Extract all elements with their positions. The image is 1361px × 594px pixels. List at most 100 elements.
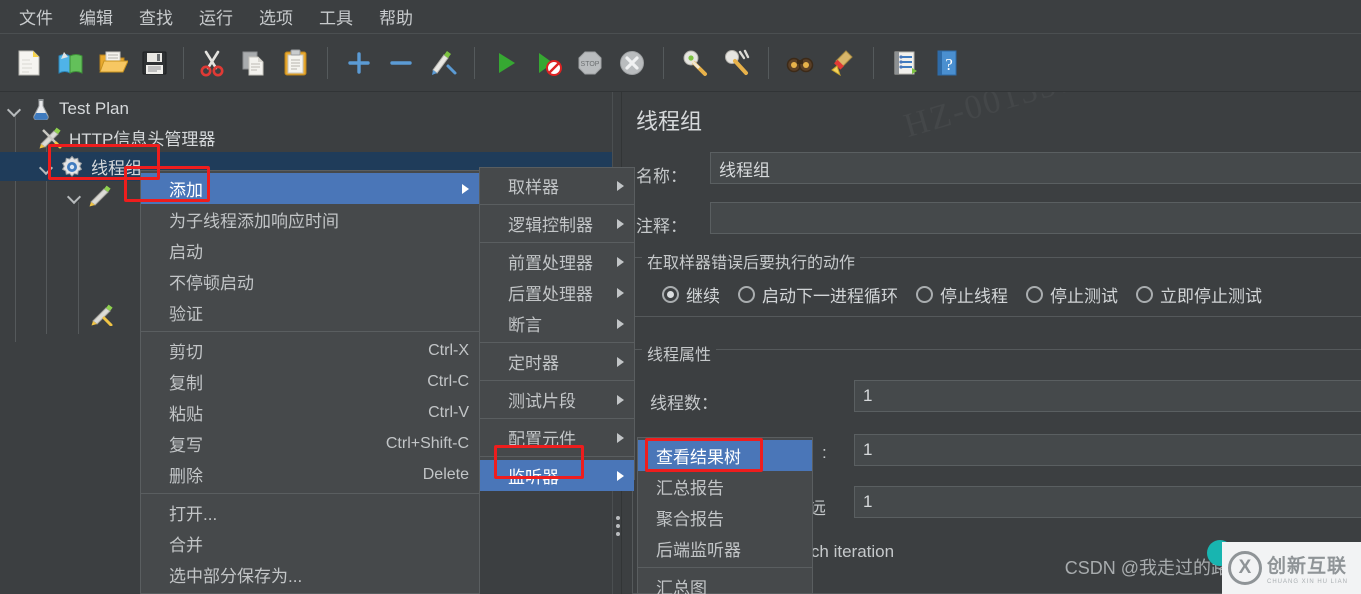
menu-save-selection-as[interactable]: 选中部分保存为... — [141, 559, 479, 590]
tree-node-http-header-manager[interactable]: HTTP信息头管理器 — [0, 123, 612, 152]
jmeter-window: Marked HZ-00135787-01 文件 编辑 查找 运行 选项 工具 … — [0, 0, 1361, 594]
menu-run[interactable]: 运行 — [186, 1, 246, 32]
svg-text:?: ? — [945, 55, 953, 74]
config-element-icon — [38, 127, 62, 149]
submenu-post-processors[interactable]: 后置处理器 — [480, 277, 634, 308]
comment-label: 注释： — [636, 217, 687, 236]
clear-icon[interactable] — [676, 43, 714, 83]
brand-text: 创新互联 CHUANG XIN HU LIAN — [1267, 551, 1348, 585]
menu-add-think-times[interactable]: 为子线程添加响应时间 — [141, 204, 479, 235]
splitter-handle[interactable] — [616, 516, 620, 540]
listener-view-results-tree[interactable]: 查看结果树 — [638, 440, 812, 471]
submenu-arrow-icon — [617, 470, 624, 481]
add-submenu[interactable]: 取样器 逻辑控制器 前置处理器 后置处理器 断言 定时器 测试片段 配置元件 监… — [479, 167, 635, 491]
menu-file[interactable]: 文件 — [6, 1, 66, 32]
open-icon[interactable] — [94, 43, 132, 83]
radio-mark-icon — [1026, 286, 1043, 303]
listener-submenu[interactable]: 查看结果树 汇总报告 聚合报告 后端监听器 汇总图 — [637, 437, 813, 594]
thread-properties-group-title: 线程属性 — [642, 341, 717, 365]
listener-backend-listener[interactable]: 后端监听器 — [638, 533, 812, 564]
radio-start-next-loop[interactable]: 启动下一进程循环 — [738, 282, 898, 307]
start-no-pause-icon[interactable] — [529, 43, 567, 83]
cut-icon[interactable] — [193, 43, 231, 83]
menu-add[interactable]: 添加 — [141, 173, 479, 204]
rampup-input[interactable] — [854, 434, 1361, 466]
menu-duplicate[interactable]: 复写 Ctrl+Shift-C — [141, 428, 479, 459]
listener-aggregate-report[interactable]: 聚合报告 — [638, 502, 812, 533]
toggle-icon[interactable] — [424, 43, 462, 83]
save-icon[interactable] — [136, 43, 174, 83]
tree-node-test-plan[interactable]: Test Plan — [0, 94, 612, 123]
thread-group-icon — [60, 155, 84, 179]
menu-validate[interactable]: 验证 — [141, 297, 479, 328]
new-icon[interactable] — [10, 43, 48, 83]
menu-paste[interactable]: 粘贴 Ctrl-V — [141, 397, 479, 428]
brand-name-en: CHUANG XIN HU LIAN — [1267, 579, 1349, 585]
paste-icon[interactable] — [277, 43, 315, 83]
menu-separator — [638, 567, 812, 568]
menu-tools[interactable]: 工具 — [306, 1, 366, 32]
menu-options[interactable]: 选项 — [246, 1, 306, 32]
submenu-logic-controller[interactable]: 逻辑控制器 — [480, 208, 634, 239]
menu-start-no-pauses[interactable]: 不停顿启动 — [141, 266, 479, 297]
radio-continue[interactable]: 继续 — [662, 282, 720, 307]
submenu-assertions[interactable]: 断言 — [480, 308, 634, 339]
chevron-down-icon[interactable] — [6, 100, 24, 118]
stop-icon[interactable]: STOP — [571, 43, 609, 83]
menu-separator — [480, 456, 634, 457]
shutdown-icon[interactable] — [613, 43, 651, 83]
sampler-icon — [88, 185, 112, 207]
name-input[interactable] — [710, 152, 1361, 184]
radio-stop-test[interactable]: 停止测试 — [1026, 282, 1118, 307]
submenu-pre-processors[interactable]: 前置处理器 — [480, 246, 634, 277]
search-reset-icon[interactable] — [823, 43, 861, 83]
chevron-down-icon[interactable] — [38, 158, 56, 176]
listener-aggregate-graph[interactable]: 汇总图 — [638, 571, 812, 594]
templates-icon[interactable] — [52, 43, 90, 83]
comment-input[interactable] — [710, 202, 1361, 234]
menu-merge[interactable]: 合并 — [141, 528, 479, 559]
listener-summary-report[interactable]: 汇总报告 — [638, 471, 812, 502]
threads-input[interactable] — [854, 380, 1361, 412]
menu-search[interactable]: 查找 — [126, 1, 186, 32]
collapse-all-icon[interactable] — [382, 43, 420, 83]
search-icon[interactable] — [781, 43, 819, 83]
toolbar-separator-1 — [183, 46, 184, 79]
menu-cut[interactable]: 剪切 Ctrl-X — [141, 335, 479, 366]
submenu-listener[interactable]: 监听器 — [480, 460, 634, 491]
menu-separator — [141, 493, 479, 494]
submenu-arrow-icon — [617, 394, 624, 405]
menu-remove[interactable]: 删除 Delete — [141, 459, 479, 490]
start-icon[interactable] — [487, 43, 525, 83]
submenu-config-element[interactable]: 配置元件 — [480, 422, 634, 453]
clear-all-icon[interactable] — [718, 43, 756, 83]
submenu-sampler[interactable]: 取样器 — [480, 170, 634, 201]
menu-help[interactable]: 帮助 — [366, 1, 426, 32]
function-helper-icon[interactable] — [886, 43, 924, 83]
radio-label: 停止测试 — [1050, 287, 1118, 306]
submenu-arrow-icon — [617, 218, 624, 229]
toolbar-separator-2 — [327, 46, 328, 79]
sampler-icon — [90, 304, 114, 326]
help-icon[interactable]: ? — [928, 43, 966, 83]
menu-edit[interactable]: 编辑 — [66, 1, 126, 32]
expand-all-icon[interactable] — [340, 43, 378, 83]
submenu-arrow-icon — [617, 356, 624, 367]
toolbar: STOP ? — [0, 34, 1361, 92]
chevron-down-icon[interactable] — [66, 187, 84, 205]
tree-node-label: 线程组 — [91, 159, 142, 178]
radio-label: 继续 — [686, 287, 720, 306]
toolbar-separator-5 — [768, 46, 769, 79]
menu-start[interactable]: 启动 — [141, 235, 479, 266]
copy-icon[interactable] — [235, 43, 273, 83]
page-title: 线程组 — [636, 109, 703, 134]
loop-count-input[interactable] — [854, 486, 1361, 518]
tree-context-menu[interactable]: 添加 为子线程添加响应时间 启动 不停顿启动 验证 剪切 Ctrl-X 复制 Ctr… — [140, 170, 480, 594]
radio-stop-thread[interactable]: 停止线程 — [916, 282, 1008, 307]
submenu-timer[interactable]: 定时器 — [480, 346, 634, 377]
menu-copy[interactable]: 复制 Ctrl-C — [141, 366, 479, 397]
radio-stop-test-now[interactable]: 立即停止测试 — [1136, 282, 1262, 307]
submenu-test-fragment[interactable]: 测试片段 — [480, 384, 634, 415]
menu-open[interactable]: 打开... — [141, 497, 479, 528]
svg-text:STOP: STOP — [581, 61, 600, 68]
